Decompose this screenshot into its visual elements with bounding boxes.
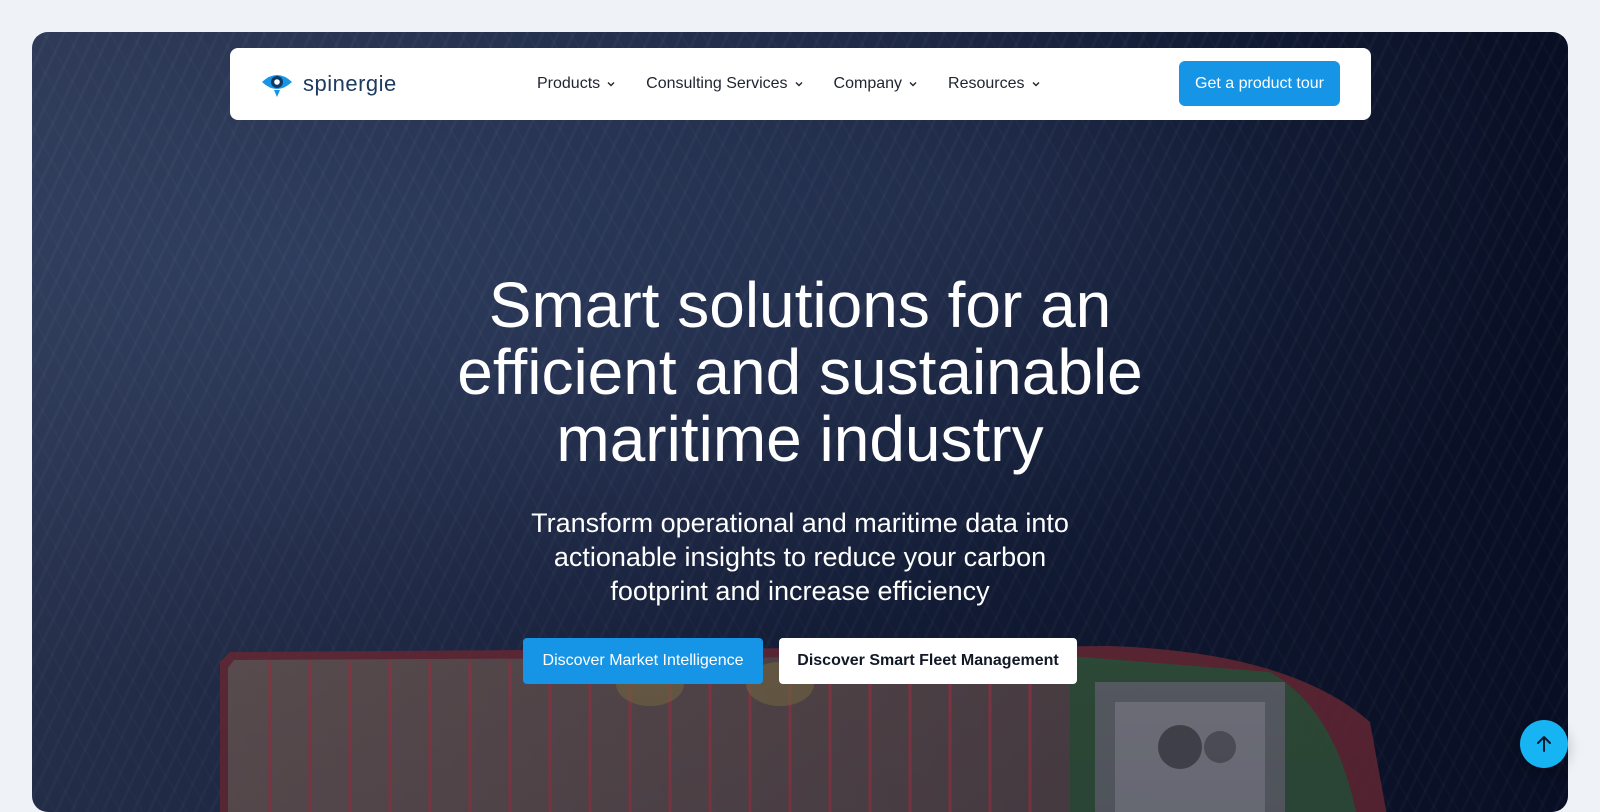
product-tour-button[interactable]: Get a product tour xyxy=(1179,61,1340,106)
site-logo[interactable]: spinergie xyxy=(261,70,397,98)
discover-market-intelligence-button[interactable]: Discover Market Intelligence xyxy=(523,638,763,684)
nav-item-label: Consulting Services xyxy=(646,75,788,92)
chevron-down-icon xyxy=(795,82,803,87)
logo-wordmark: spinergie xyxy=(303,71,397,96)
nav-item-label: Resources xyxy=(948,75,1025,92)
hero-headline: Smart solutions for an efficient and sus… xyxy=(457,269,1143,475)
nav-item-label: Products xyxy=(537,75,601,92)
discover-smart-fleet-button[interactable]: Discover Smart Fleet Management xyxy=(779,638,1077,684)
nav-item-products[interactable]: Products xyxy=(537,75,616,93)
chevron-down-icon xyxy=(607,82,615,87)
hero-subheadline: Transform operational and maritime data … xyxy=(531,508,1069,606)
chevron-down-icon xyxy=(909,82,917,87)
nav-item-consulting-services[interactable]: Consulting Services xyxy=(646,75,803,93)
main-menu: Products Consulting Services Company Res… xyxy=(537,48,1041,120)
eye-logo-icon xyxy=(262,75,292,97)
arrow-up-icon xyxy=(1537,736,1551,752)
scroll-to-top-button[interactable] xyxy=(1520,720,1568,768)
nav-item-resources[interactable]: Resources xyxy=(948,75,1040,93)
chevron-down-icon xyxy=(1032,82,1040,87)
nav-item-label: Company xyxy=(833,75,903,92)
top-navbar: spinergie Products Consulting Services C… xyxy=(230,48,1371,120)
nav-item-company[interactable]: Company xyxy=(834,75,918,93)
